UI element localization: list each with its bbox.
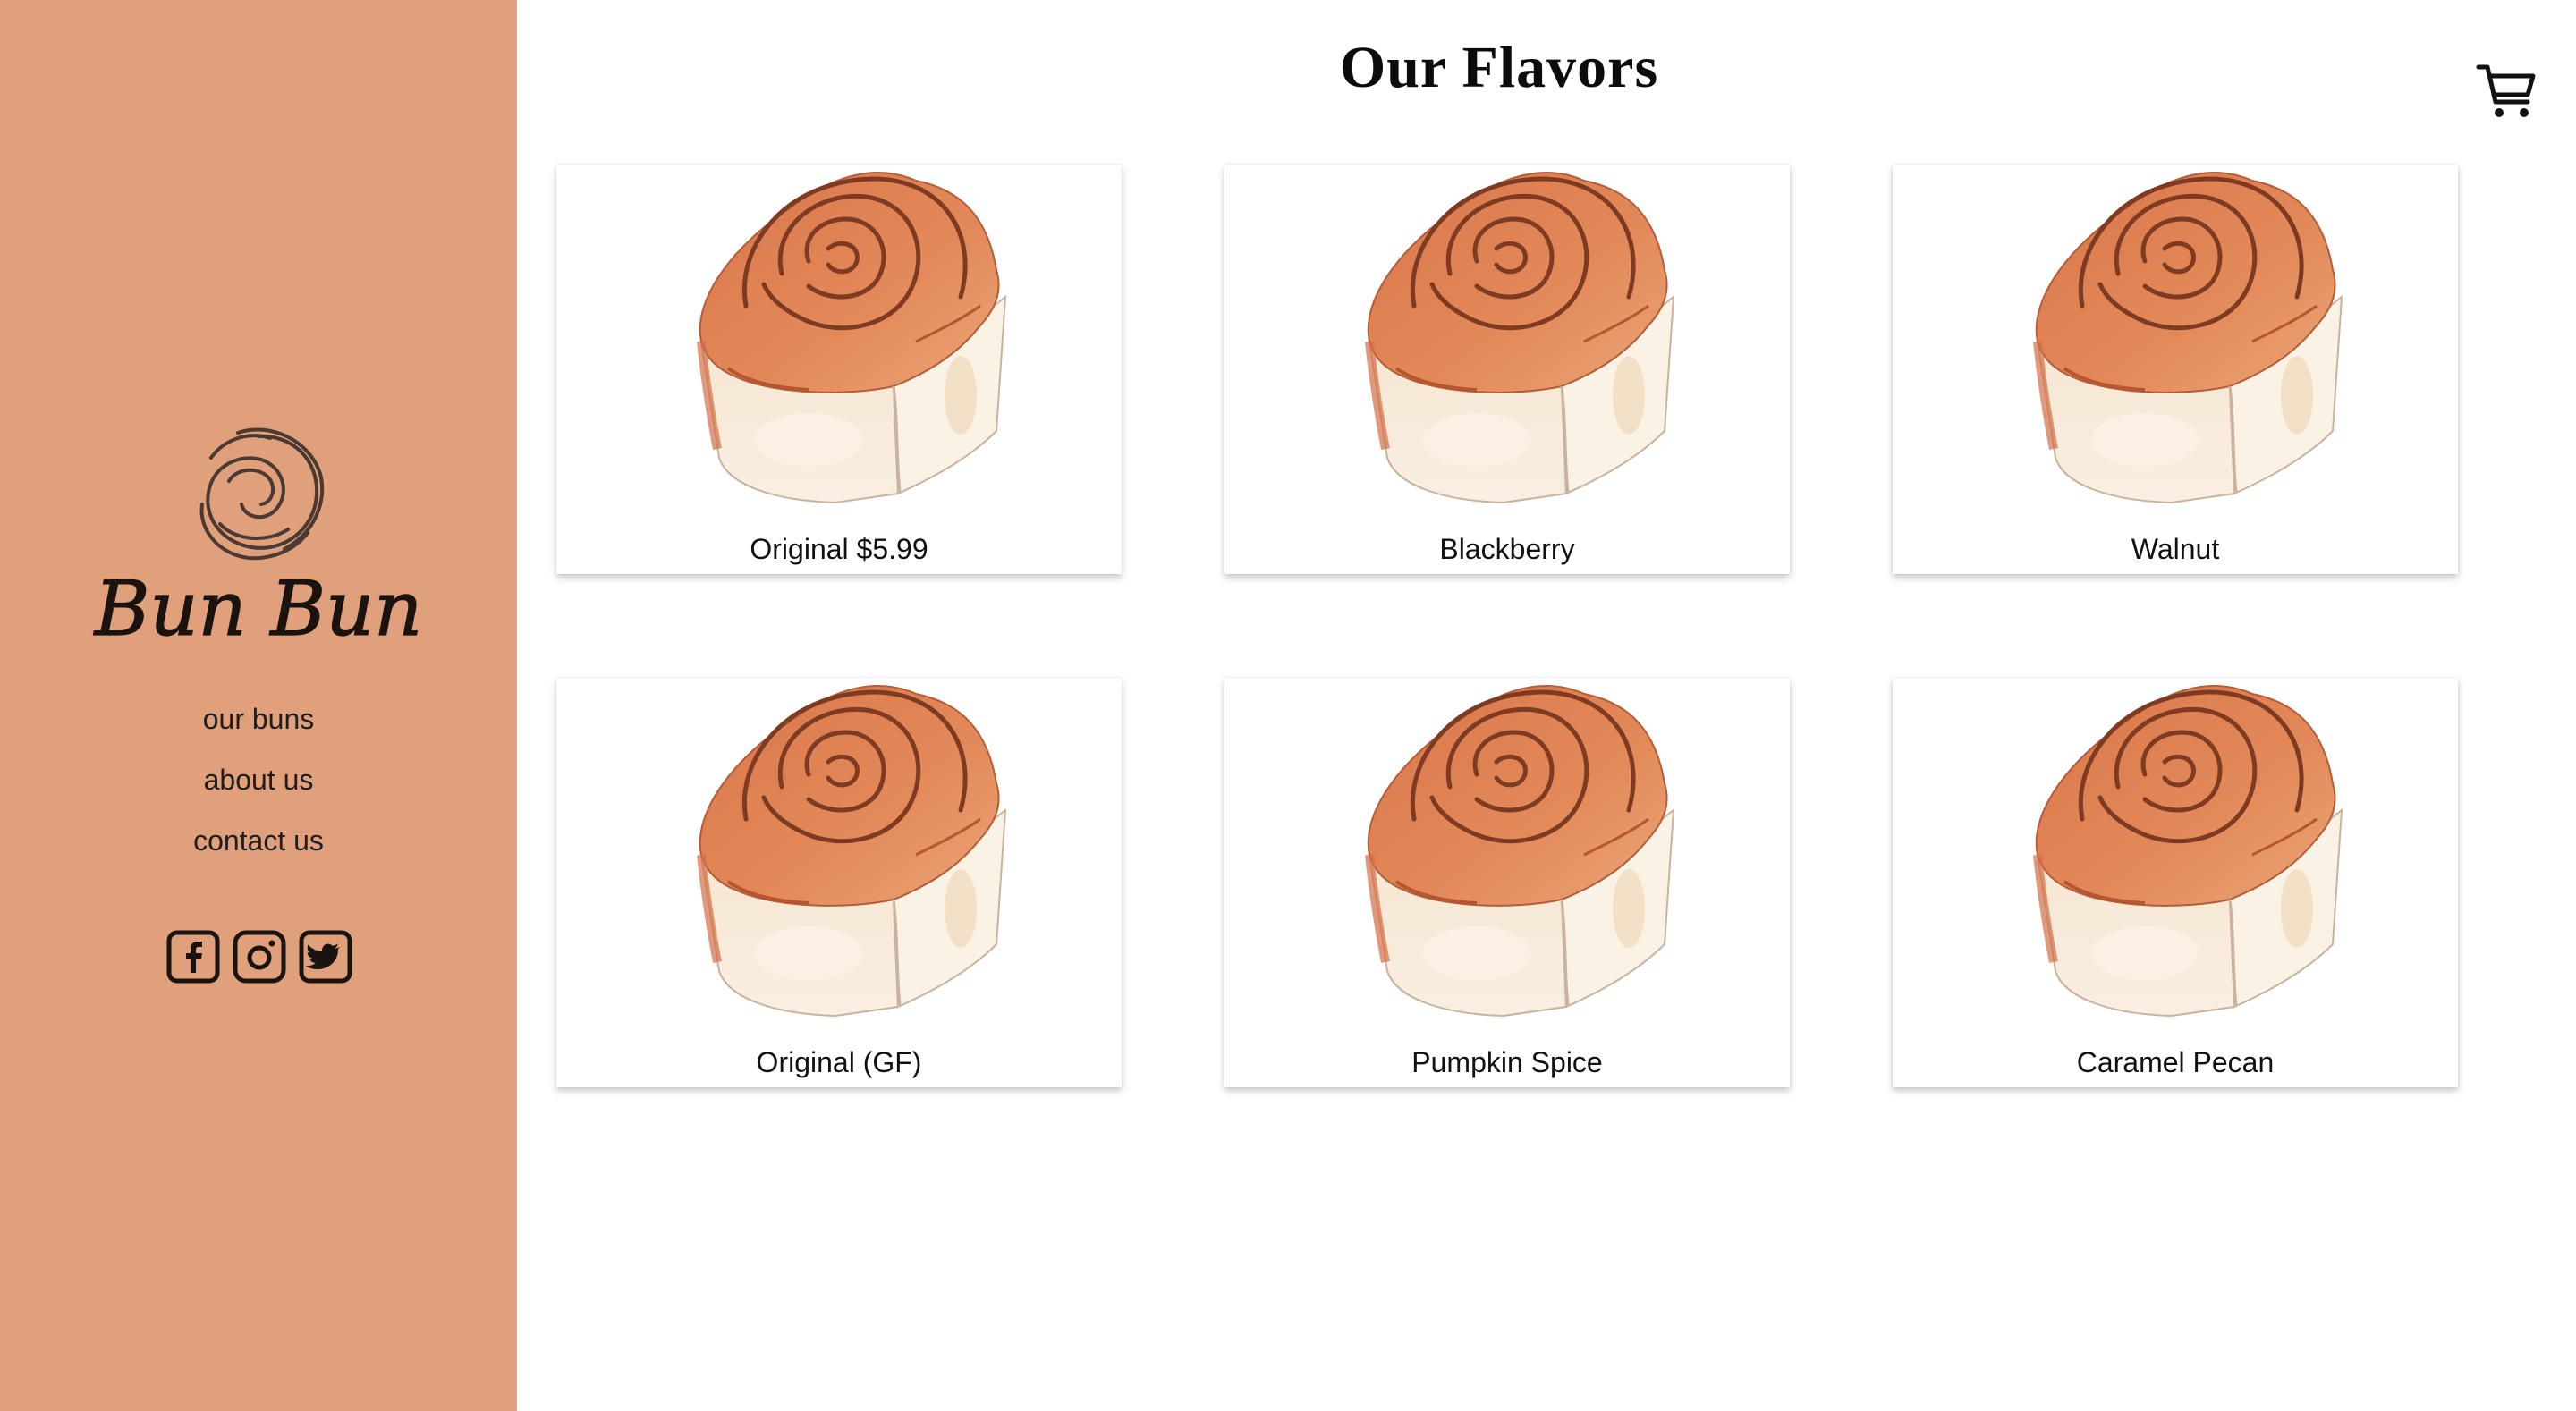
product-card[interactable]: Walnut bbox=[1893, 165, 2458, 574]
swirl-logo-icon bbox=[199, 427, 325, 561]
brand-logo-text: Bun Bun bbox=[92, 564, 423, 653]
cart-icon[interactable] bbox=[2476, 63, 2538, 122]
product-card[interactable]: Pumpkin Spice bbox=[1224, 678, 1790, 1087]
nav-item-about-us[interactable]: about us bbox=[0, 749, 517, 810]
cinnamon-bun-image bbox=[2002, 676, 2349, 1021]
nav-item-our-buns[interactable]: our buns bbox=[0, 689, 517, 749]
product-label: Caramel Pecan bbox=[2076, 1046, 2275, 1078]
product-card[interactable]: Original $5.99 bbox=[556, 165, 1122, 574]
product-label: Walnut bbox=[2131, 533, 2220, 565]
cinnamon-bun-image bbox=[1334, 163, 1681, 508]
brand-name: Bun Bun bbox=[93, 565, 423, 653]
product-label: Blackberry bbox=[1439, 533, 1575, 565]
cinnamon-bun-image bbox=[2002, 163, 2349, 508]
social-links bbox=[166, 930, 354, 987]
product-label: Pumpkin Spice bbox=[1411, 1046, 1603, 1078]
sidebar: Bun Bun our buns about us contact us bbox=[0, 0, 517, 1411]
cinnamon-bun-image bbox=[665, 163, 1013, 508]
facebook-icon[interactable] bbox=[166, 930, 220, 984]
nav-item-contact-us[interactable]: contact us bbox=[0, 810, 517, 871]
product-label: Original $5.99 bbox=[750, 533, 928, 565]
twitter-icon[interactable] bbox=[299, 930, 352, 984]
product-card[interactable]: Original (GF) bbox=[556, 678, 1122, 1087]
cinnamon-bun-image bbox=[1334, 676, 1681, 1021]
product-card[interactable]: Caramel Pecan bbox=[1893, 678, 2458, 1087]
instagram-icon[interactable] bbox=[233, 930, 286, 984]
cinnamon-bun-image bbox=[665, 676, 1013, 1021]
page: Bun Bun our buns about us contact us Our bbox=[0, 0, 2576, 1411]
sidebar-nav: our buns about us contact us bbox=[0, 689, 517, 871]
product-card[interactable]: Blackberry bbox=[1224, 165, 1790, 574]
product-label: Original (GF) bbox=[756, 1046, 922, 1078]
page-title: Our Flavors bbox=[1339, 35, 1659, 100]
